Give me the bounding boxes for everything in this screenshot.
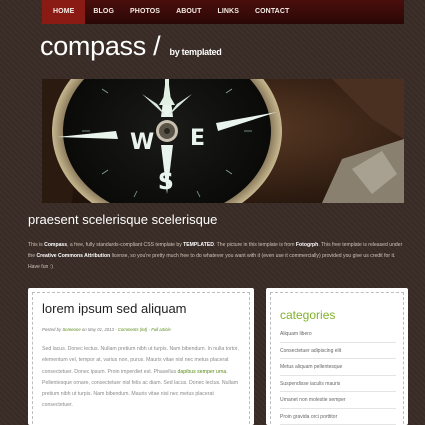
dial-letter-w: W (130, 130, 154, 155)
categories-heading: categories (280, 308, 336, 322)
site-logo[interactable]: compass / by templated (40, 31, 222, 62)
category-link[interactable]: Urnanet non molestie semper (280, 392, 396, 409)
comments-link[interactable]: Comments (64) (118, 327, 148, 332)
compass-illustration: W E S (42, 79, 404, 203)
fotogrph-link[interactable]: Fotogrph (296, 242, 318, 248)
categories-panel: categories Aliquam libero Consectetuer a… (266, 288, 408, 425)
nav-contact-link[interactable]: CONTACT (247, 0, 297, 24)
intro-paragraph: This is Compass, a free, fully standards… (28, 242, 403, 270)
intro-heading: praesent scelerisque scelerisque (28, 212, 218, 227)
nav-photos-link[interactable]: PHOTOS (122, 0, 168, 24)
nav-links-link[interactable]: LINKS (209, 0, 247, 24)
dial-letter-s: S (158, 170, 174, 195)
nav-about-link[interactable]: ABOUT (168, 0, 209, 24)
author-link[interactable]: Someone (62, 327, 80, 332)
nav-blog-link[interactable]: BLOG (85, 0, 122, 24)
category-link[interactable]: Suspendisse iaculis mauris (280, 376, 396, 392)
category-link[interactable]: Aliquam libero (280, 326, 396, 343)
cc-license-link[interactable]: Creative Commons Attribution (37, 253, 111, 259)
logo-byline: by templated (169, 47, 222, 57)
post-title[interactable]: lorem ipsum sed aliquam (42, 301, 187, 316)
banner-image: W E S (42, 79, 404, 203)
post-inline-link[interactable]: dapibus semper urna (178, 369, 227, 375)
top-navigation: HOME BLOG PHOTOS ABOUT LINKS CONTACT (42, 0, 404, 24)
post-body: Sed lacus. Donec lectus. Nullam pretium … (42, 346, 239, 409)
logo-title: compass / (40, 31, 161, 61)
full-article-link[interactable]: Full article (151, 327, 171, 332)
category-link[interactable]: Consectetuer adipiscing elit (280, 343, 396, 359)
templated-link[interactable]: TEMPLATED (183, 242, 214, 248)
nav-home-link[interactable]: HOME (42, 0, 86, 24)
dial-letter-e: E (190, 126, 205, 151)
blog-post-card: lorem ipsum sed aliquam Posted by Someon… (28, 288, 254, 425)
category-link[interactable]: Proin gravida orci porttitor (280, 409, 396, 425)
category-link[interactable]: Metus aliquam pellentesque (280, 359, 396, 376)
categories-list: Aliquam libero Consectetuer adipiscing e… (280, 326, 396, 425)
post-meta: Posted by Someone on May 01, 2013 - Comm… (42, 327, 171, 332)
